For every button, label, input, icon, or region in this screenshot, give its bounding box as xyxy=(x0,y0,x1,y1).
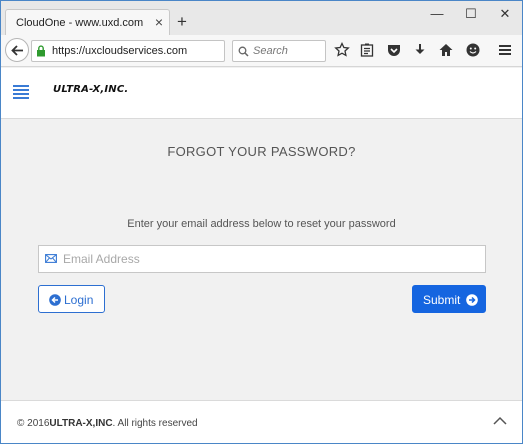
tab-title: CloudOne - www.uxd.com xyxy=(16,17,144,29)
email-field[interactable] xyxy=(38,245,486,273)
hamburger-menu-icon[interactable] xyxy=(13,85,29,99)
search-icon xyxy=(238,46,249,57)
lock-icon xyxy=(37,45,45,57)
maximize-button[interactable]: ☐ xyxy=(461,5,481,23)
site-footer: © 2016ULTRA-X,INC. All rights reserved xyxy=(1,400,522,443)
title-bar: CloudOne - www.uxd.com × + — ☐ ✕ xyxy=(1,1,522,35)
pocket-icon[interactable] xyxy=(386,42,402,58)
emoji-icon[interactable] xyxy=(465,42,481,58)
address-bar[interactable]: https://uxcloudservices.com xyxy=(31,40,248,62)
copyright-text: © 2016ULTRA-X,INC. All rights reserved xyxy=(17,418,198,429)
copyright-prefix: © 2016 xyxy=(17,418,50,429)
browser-window: CloudOne - www.uxd.com × + — ☐ ✕ https:/… xyxy=(0,0,523,444)
browser-tab[interactable]: CloudOne - www.uxd.com × xyxy=(5,9,170,35)
download-icon[interactable] xyxy=(412,42,428,58)
new-tab-button[interactable]: + xyxy=(177,13,187,30)
login-button[interactable]: Login xyxy=(38,285,105,313)
search-bar[interactable]: Search xyxy=(232,40,326,62)
search-placeholder: Search xyxy=(253,45,288,57)
url-text: https://uxcloudservices.com xyxy=(52,45,188,57)
menu-icon[interactable] xyxy=(497,42,513,58)
instructions-text: Enter your email address below to reset … xyxy=(127,218,396,230)
submit-button[interactable]: Submit xyxy=(412,285,486,313)
back-arrow-icon xyxy=(11,45,23,56)
home-icon[interactable] xyxy=(438,42,454,58)
bookmark-star-icon[interactable] xyxy=(334,42,350,58)
copyright-suffix: . All rights reserved xyxy=(112,418,198,429)
reading-list-icon[interactable] xyxy=(359,42,375,58)
company-logo: ULTRA-X,INC. xyxy=(53,84,129,95)
arrow-left-circle-icon xyxy=(49,294,61,306)
tab-close-icon[interactable]: × xyxy=(155,14,163,30)
page-viewport: ULTRA-X,INC. FORGOT YOUR PASSWORD? Enter… xyxy=(1,68,522,443)
back-button[interactable] xyxy=(5,38,29,62)
copyright-company: ULTRA-X,INC xyxy=(49,418,113,429)
minimize-button[interactable]: — xyxy=(427,5,447,23)
login-label: Login xyxy=(64,293,94,307)
navigation-toolbar: https://uxcloudservices.com Search xyxy=(1,35,522,67)
page-title: FORGOT YOUR PASSWORD? xyxy=(167,144,356,159)
chevron-up-icon[interactable] xyxy=(493,416,507,425)
site-header: ULTRA-X,INC. xyxy=(1,68,522,119)
submit-label: Submit xyxy=(423,293,461,307)
close-window-button[interactable]: ✕ xyxy=(495,5,515,23)
envelope-icon xyxy=(45,254,57,263)
email-input[interactable] xyxy=(63,246,481,272)
arrow-right-circle-icon xyxy=(466,294,478,306)
